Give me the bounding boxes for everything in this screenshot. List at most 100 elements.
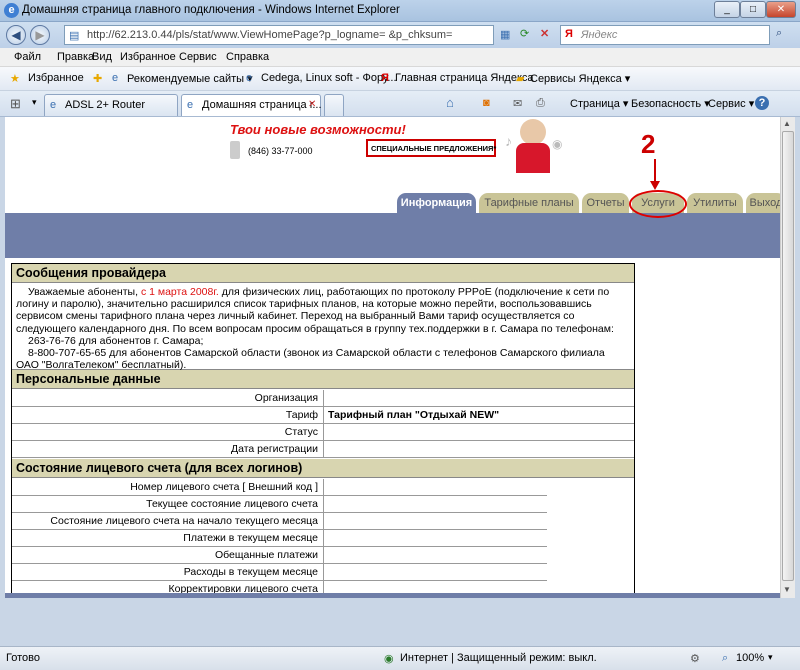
- refresh-icon[interactable]: ⟳: [520, 27, 529, 40]
- print-icon[interactable]: ⎙: [536, 97, 545, 110]
- help-icon[interactable]: ?: [755, 96, 769, 110]
- status-bar: Готово ◉ Интернет | Защищенный режим: вы…: [0, 646, 800, 670]
- page-icon: ▤: [69, 30, 80, 42]
- tools-menu[interactable]: Сервис ▾: [708, 97, 754, 110]
- mail-icon[interactable]: ✉: [513, 97, 522, 110]
- address-bar[interactable]: ▤ http://62.213.0.44/pls/stat/www.ViewHo…: [64, 25, 494, 45]
- row-label: Дата регистрации: [12, 441, 324, 457]
- table-row: Номер лицевого счета [ Внешний код ]: [12, 479, 547, 496]
- page-menu[interactable]: Страница ▾: [570, 97, 628, 110]
- site-tab-utilities[interactable]: Утилиты: [687, 193, 743, 214]
- site-tab-reports[interactable]: Отчеты: [582, 193, 629, 214]
- banner-phone: (846) 33-77-000: [248, 146, 313, 156]
- zoom-dropdown-icon[interactable]: ▾: [768, 652, 773, 663]
- tab-adsl-router[interactable]: e ADSL 2+ Router: [44, 94, 178, 116]
- annotation-arrow-icon: [650, 159, 660, 190]
- scroll-thumb[interactable]: [782, 131, 794, 581]
- menu-file[interactable]: Файл: [14, 51, 41, 63]
- yandex-link-icon: Я: [381, 72, 389, 84]
- menu-edit[interactable]: Правка: [57, 51, 94, 63]
- tab-label: Домашняя страница г...: [202, 99, 322, 111]
- tab-label: ADSL 2+ Router: [65, 99, 145, 111]
- tab-list-icon[interactable]: ▾: [32, 97, 37, 108]
- music-note-icon: ♪: [505, 133, 512, 149]
- site-tab-exit[interactable]: Выход: [746, 193, 780, 214]
- table-row: Расходы в текущем месяце: [12, 564, 547, 581]
- protected-mode-icon[interactable]: ⚙: [690, 652, 700, 665]
- close-button[interactable]: ✕: [766, 1, 796, 18]
- address-toolbar: ◀ ▶ ▤ http://62.213.0.44/pls/stat/www.Vi…: [0, 22, 800, 48]
- table-row: Состояние лицевого счета на начало текущ…: [12, 513, 547, 530]
- row-label: Организация: [12, 390, 324, 406]
- ie-link-icon: e: [112, 72, 119, 84]
- info-table: Сообщения провайдера Уважаемые абоненты,…: [11, 263, 635, 597]
- back-button[interactable]: ◀: [6, 25, 26, 45]
- safety-menu[interactable]: Безопасность ▾: [631, 97, 710, 110]
- section-account-status: Состояние лицевого счета (для всех логин…: [12, 459, 634, 478]
- minimize-button[interactable]: _: [714, 1, 740, 18]
- fav-yandex-services[interactable]: Сервисы Яндекса ▾: [530, 72, 630, 85]
- row-label: Платежи в текущем месяце: [12, 530, 324, 546]
- security-zone[interactable]: Интернет | Защищенный режим: выкл.: [400, 652, 597, 664]
- message-phone-region: 8-800-707-65-65 для абонентов Самарской …: [16, 347, 605, 372]
- menu-view[interactable]: Вид: [92, 51, 112, 63]
- row-label: Состояние лицевого счета на начало текущ…: [12, 513, 324, 529]
- ie-link-icon: e: [246, 72, 253, 84]
- compat-view-icon[interactable]: ▦: [500, 28, 510, 41]
- table-row: Статус: [12, 424, 634, 441]
- table-row: Дата регистрации: [12, 441, 634, 458]
- banner-person-image: [520, 119, 546, 145]
- folder-icon: ▰: [516, 73, 525, 85]
- new-tab-button[interactable]: [324, 94, 344, 116]
- ie-tab-icon: e: [187, 99, 194, 111]
- menu-favorites[interactable]: Избранное: [120, 51, 176, 63]
- fav-recommended-sites[interactable]: Рекомендуемые сайты ▾: [127, 72, 253, 85]
- search-icon[interactable]: ⌕: [776, 27, 782, 40]
- tab-home-page[interactable]: e Домашняя страница г... ✕: [181, 94, 322, 116]
- status-text: Готово: [6, 652, 40, 664]
- stop-icon[interactable]: ✕: [540, 27, 549, 40]
- favorites-button[interactable]: Избранное: [28, 72, 84, 84]
- fav-cedega[interactable]: Cedega, Linux soft - Фору...: [261, 72, 397, 84]
- banner-headline: Твои новые возможности!: [230, 122, 406, 137]
- search-placeholder: Яндекс: [581, 29, 618, 41]
- quick-tabs-icon[interactable]: ⊞: [10, 96, 21, 112]
- tariff-value: Тарифный план "Отдыхай NEW": [328, 409, 500, 421]
- section-provider-messages: Сообщения провайдера: [12, 264, 634, 283]
- close-tab-icon[interactable]: ✕: [308, 99, 316, 110]
- scroll-up-icon[interactable]: ▲: [783, 119, 791, 128]
- fav-yandex-home[interactable]: Главная страница Яндекса: [395, 72, 534, 84]
- footer-band: [5, 593, 780, 598]
- table-row: Текущее состояние лицевого счета: [12, 496, 547, 513]
- row-label: Тариф: [12, 407, 324, 423]
- message-date: с 1 марта 2008г.: [140, 286, 219, 298]
- banner-person-body: [516, 143, 550, 173]
- home-icon[interactable]: ⌂: [446, 95, 454, 110]
- add-favorite-icon[interactable]: ✚: [93, 72, 102, 85]
- camera-icon: ◉: [552, 137, 563, 151]
- web-page: Твои новые возможности! (846) 33-77-000 …: [5, 117, 780, 598]
- favorites-star-icon: ★: [10, 73, 20, 85]
- rss-icon[interactable]: ◙: [483, 97, 490, 109]
- scroll-down-icon[interactable]: ▼: [783, 585, 791, 594]
- nav-band: [5, 213, 780, 258]
- row-label: Статус: [12, 424, 324, 440]
- menu-tools[interactable]: Сервис: [179, 51, 217, 63]
- maximize-button[interactable]: □: [740, 1, 766, 18]
- annotation-number: 2: [641, 129, 656, 159]
- site-tab-tariffs[interactable]: Тарифные планы: [479, 193, 579, 214]
- search-input[interactable]: Я Яндекс: [560, 25, 770, 45]
- menu-help[interactable]: Справка: [226, 51, 269, 63]
- zoom-level[interactable]: 100%: [736, 652, 764, 664]
- row-value: [324, 390, 328, 406]
- ad-banner[interactable]: Твои новые возможности! (846) 33-77-000 …: [220, 119, 563, 174]
- row-label: Обещанные платежи: [12, 547, 324, 563]
- menu-bar: Файл Правка Вид Избранное Сервис Справка: [0, 48, 800, 67]
- internet-zone-icon: ◉: [384, 653, 394, 665]
- vertical-scrollbar[interactable]: ▲ ▼: [780, 117, 795, 598]
- site-tab-info[interactable]: Информация: [397, 193, 476, 214]
- row-label: Расходы в текущем месяце: [12, 564, 324, 580]
- forward-button[interactable]: ▶: [30, 25, 50, 45]
- row-label: Номер лицевого счета [ Внешний код ]: [12, 479, 324, 495]
- ie-logo-icon: e: [4, 3, 19, 18]
